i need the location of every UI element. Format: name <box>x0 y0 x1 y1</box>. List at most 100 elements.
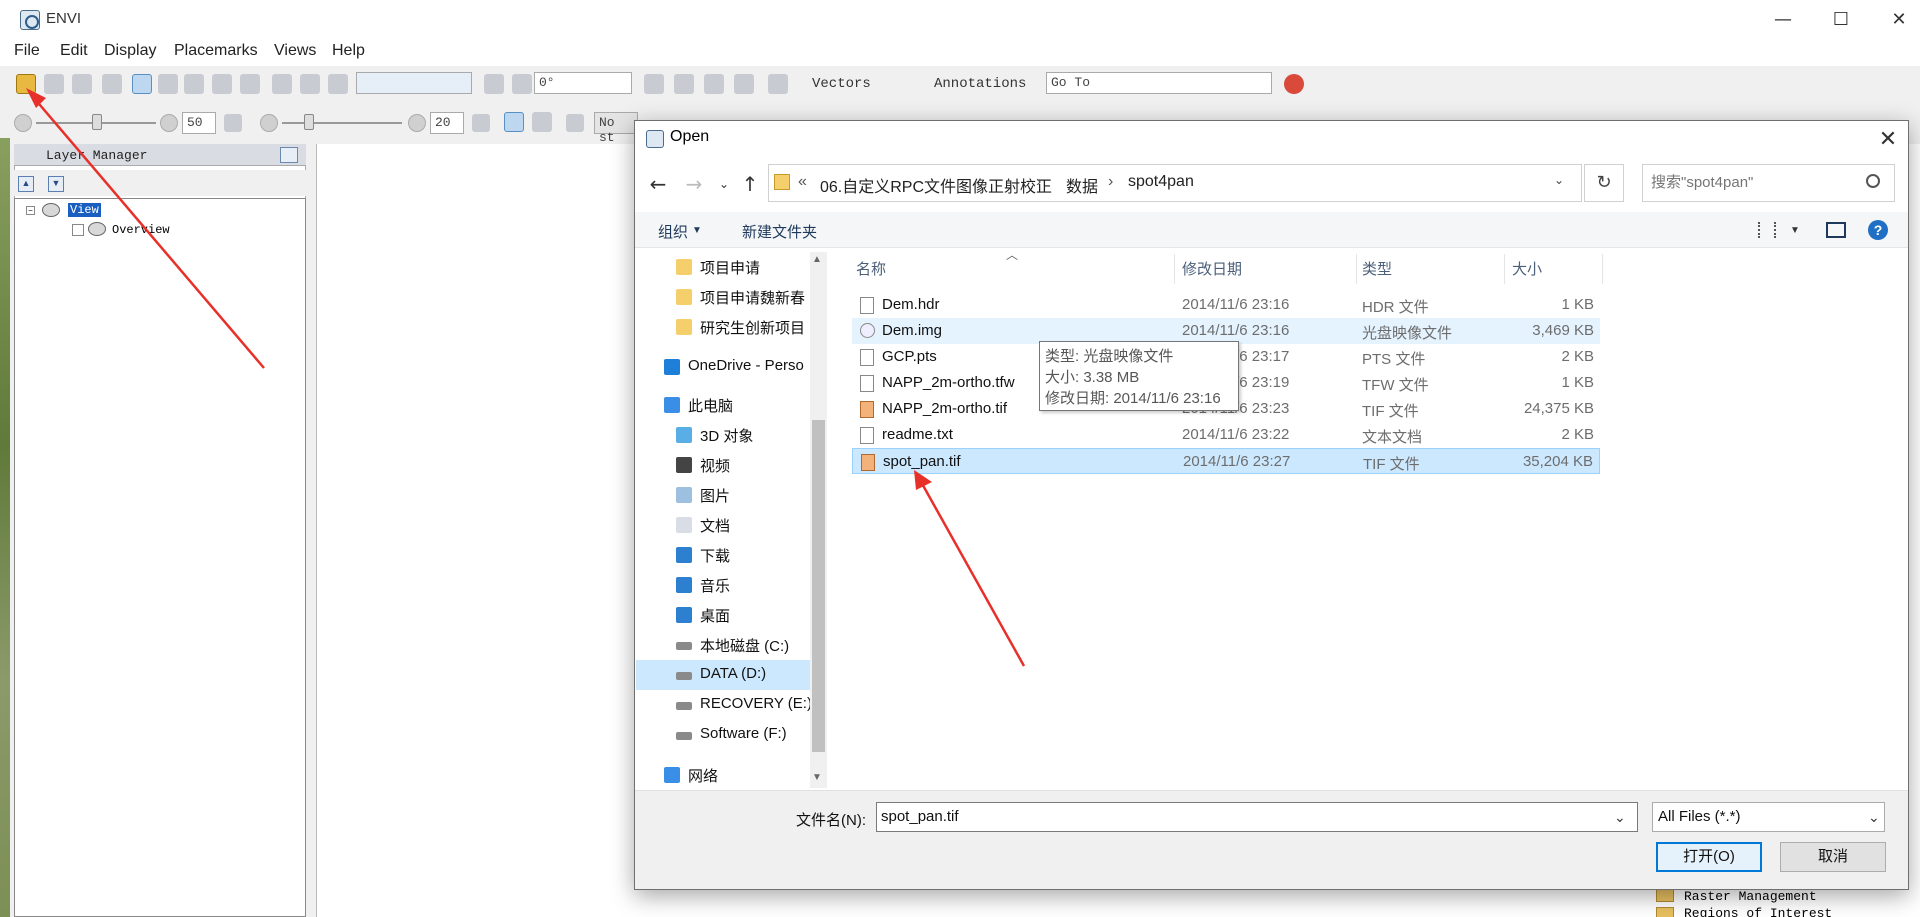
menu-views[interactable]: Views <box>274 42 316 60</box>
file-type-chevron-icon[interactable]: ⌄ <box>1868 810 1880 826</box>
rotate-arrow-icon[interactable] <box>512 74 532 94</box>
preview-pane-icon[interactable] <box>1826 222 1846 238</box>
search-icon[interactable] <box>1866 174 1880 188</box>
portal-icon[interactable] <box>734 74 754 94</box>
goto-field[interactable]: Go To <box>1046 72 1272 94</box>
file-row[interactable]: readme.txt 2014/11/6 23:22 文本文档 2 KB <box>852 422 1600 448</box>
hand-tool-icon[interactable] <box>644 74 664 94</box>
menu-display[interactable]: Display <box>104 42 156 60</box>
zoom-in-icon[interactable] <box>272 74 292 94</box>
menu-help[interactable]: Help <box>332 42 365 60</box>
new-folder-button[interactable]: 新建文件夹 <box>742 221 817 242</box>
column-header-name[interactable]: 名称 <box>856 258 886 279</box>
breadcrumb-overflow[interactable]: « <box>798 173 807 191</box>
nav-item[interactable]: 视频 <box>636 450 810 480</box>
maximize-button[interactable]: ☐ <box>1812 0 1870 40</box>
nav-item[interactable]: 本地磁盘 (C:) <box>636 630 810 660</box>
column-separator[interactable] <box>1504 254 1505 284</box>
layer-item-view[interactable]: View <box>68 203 101 217</box>
address-dropdown-chevron-icon[interactable]: ⌄ <box>1554 173 1564 187</box>
brightness-value[interactable]: 50 <box>182 112 216 134</box>
filename-box[interactable] <box>876 802 1638 832</box>
scroll-down-icon[interactable]: ▼ <box>812 772 822 783</box>
minimize-button[interactable]: — <box>1754 0 1812 40</box>
brightness-knob[interactable] <box>92 114 102 130</box>
move-up-icon[interactable]: ▲ <box>18 176 34 192</box>
nav-item[interactable]: 下载 <box>636 540 810 570</box>
nav-item[interactable]: RECOVERY (E:) <box>636 690 812 720</box>
breadcrumb-item[interactable]: 数据 <box>1066 173 1098 197</box>
reset-contrast-icon[interactable] <box>472 114 490 132</box>
organize-chevron-icon[interactable]: ▼ <box>692 225 702 236</box>
column-separator[interactable] <box>1602 254 1603 284</box>
nav-item[interactable]: 网络 <box>636 760 810 790</box>
dialog-close-button[interactable]: ✕ <box>1872 124 1904 156</box>
nav-item[interactable]: 桌面 <box>636 600 810 630</box>
annotations-menu[interactable]: Annotations <box>934 76 1026 92</box>
cross-icon[interactable] <box>674 74 694 94</box>
view-eye-icon[interactable] <box>42 203 60 217</box>
contrast-slider[interactable] <box>282 122 402 124</box>
exit-icon[interactable] <box>1284 74 1304 94</box>
column-header-size[interactable]: 大小 <box>1512 258 1542 279</box>
nav-item[interactable]: 此电脑 <box>636 390 810 420</box>
up-arrow-icon[interactable]: ↑ <box>738 170 762 198</box>
file-row[interactable]: Dem.hdr 2014/11/6 23:16 HDR 文件 1 KB <box>852 292 1600 318</box>
toolbox-item-raster-management[interactable]: Raster Management <box>1684 889 1817 904</box>
zoom-icon[interactable] <box>240 74 260 94</box>
stretch-target-icon[interactable] <box>532 112 552 132</box>
crop-icon[interactable] <box>72 74 92 94</box>
nav-scrollbar-thumb[interactable] <box>812 420 825 752</box>
recent-locations-chevron-icon[interactable]: ⌄ <box>712 170 736 198</box>
overview-eye-icon[interactable] <box>88 222 106 236</box>
pan-hand-icon[interactable] <box>158 74 178 94</box>
zoom-level-field[interactable] <box>356 72 472 94</box>
nav-item[interactable]: 图片 <box>636 480 810 510</box>
rotation-field[interactable]: 0° <box>534 72 632 94</box>
filename-input[interactable] <box>881 808 1601 825</box>
cancel-button[interactable]: 取消 <box>1780 842 1886 872</box>
contrast-knob[interactable] <box>304 114 314 130</box>
stretch-reset-icon[interactable] <box>566 114 584 132</box>
change-view-icon[interactable] <box>1758 222 1776 238</box>
select-cursor-icon[interactable] <box>132 74 152 94</box>
pin-panel-icon[interactable] <box>280 147 298 163</box>
open-button[interactable]: 打开(O) <box>1656 842 1762 872</box>
column-header-type[interactable]: 类型 <box>1362 258 1392 279</box>
rotate-up-icon[interactable] <box>484 74 504 94</box>
contrast-value[interactable]: 20 <box>430 112 464 134</box>
rotate-icon[interactable] <box>212 74 232 94</box>
close-window-button[interactable]: ✕ <box>1870 0 1920 40</box>
menu-edit[interactable]: Edit <box>60 42 88 60</box>
open-file-icon[interactable] <box>16 74 36 94</box>
refresh-icon[interactable]: ↻ <box>1584 164 1624 202</box>
overview-checkbox[interactable] <box>72 224 84 236</box>
back-arrow-icon[interactable]: ← <box>646 170 670 198</box>
view-options-chevron-icon[interactable]: ▼ <box>1790 225 1800 236</box>
scroll-up-icon[interactable]: ▲ <box>812 254 822 265</box>
film-icon[interactable] <box>768 74 788 94</box>
organize-menu[interactable]: 组织 <box>658 221 688 242</box>
breadcrumb-item[interactable]: spot4pan <box>1128 173 1194 191</box>
search-input[interactable] <box>1651 174 1851 191</box>
menu-file[interactable]: File <box>14 42 40 60</box>
nav-item[interactable]: 文档 <box>636 510 810 540</box>
zoom-fit-icon[interactable] <box>328 74 348 94</box>
clipboard-icon[interactable] <box>44 74 64 94</box>
stretch-linear-icon[interactable] <box>504 112 524 132</box>
menu-placemarks[interactable]: Placemarks <box>174 42 258 60</box>
fly-icon[interactable] <box>184 74 204 94</box>
vectors-menu[interactable]: Vectors <box>812 76 871 92</box>
file-row[interactable]: spot_pan.tif 2014/11/6 23:27 TIF 文件 35,204 … <box>852 448 1600 474</box>
column-header-date[interactable]: 修改日期 <box>1182 258 1242 279</box>
layer-item-overview[interactable]: Overview <box>112 223 170 237</box>
toolbox-item-regions-of-interest[interactable]: Regions of Interest <box>1684 906 1832 917</box>
forward-arrow-icon[interactable]: → <box>682 170 706 198</box>
measure-icon[interactable] <box>704 74 724 94</box>
zoom-out-icon[interactable] <box>300 74 320 94</box>
placemark-icon[interactable] <box>102 74 122 94</box>
collapse-toggle-icon[interactable]: − <box>26 206 35 215</box>
nav-item[interactable]: 3D 对象 <box>636 420 810 450</box>
column-separator[interactable] <box>1356 254 1357 284</box>
nav-item[interactable]: OneDrive - Perso <box>636 352 810 382</box>
